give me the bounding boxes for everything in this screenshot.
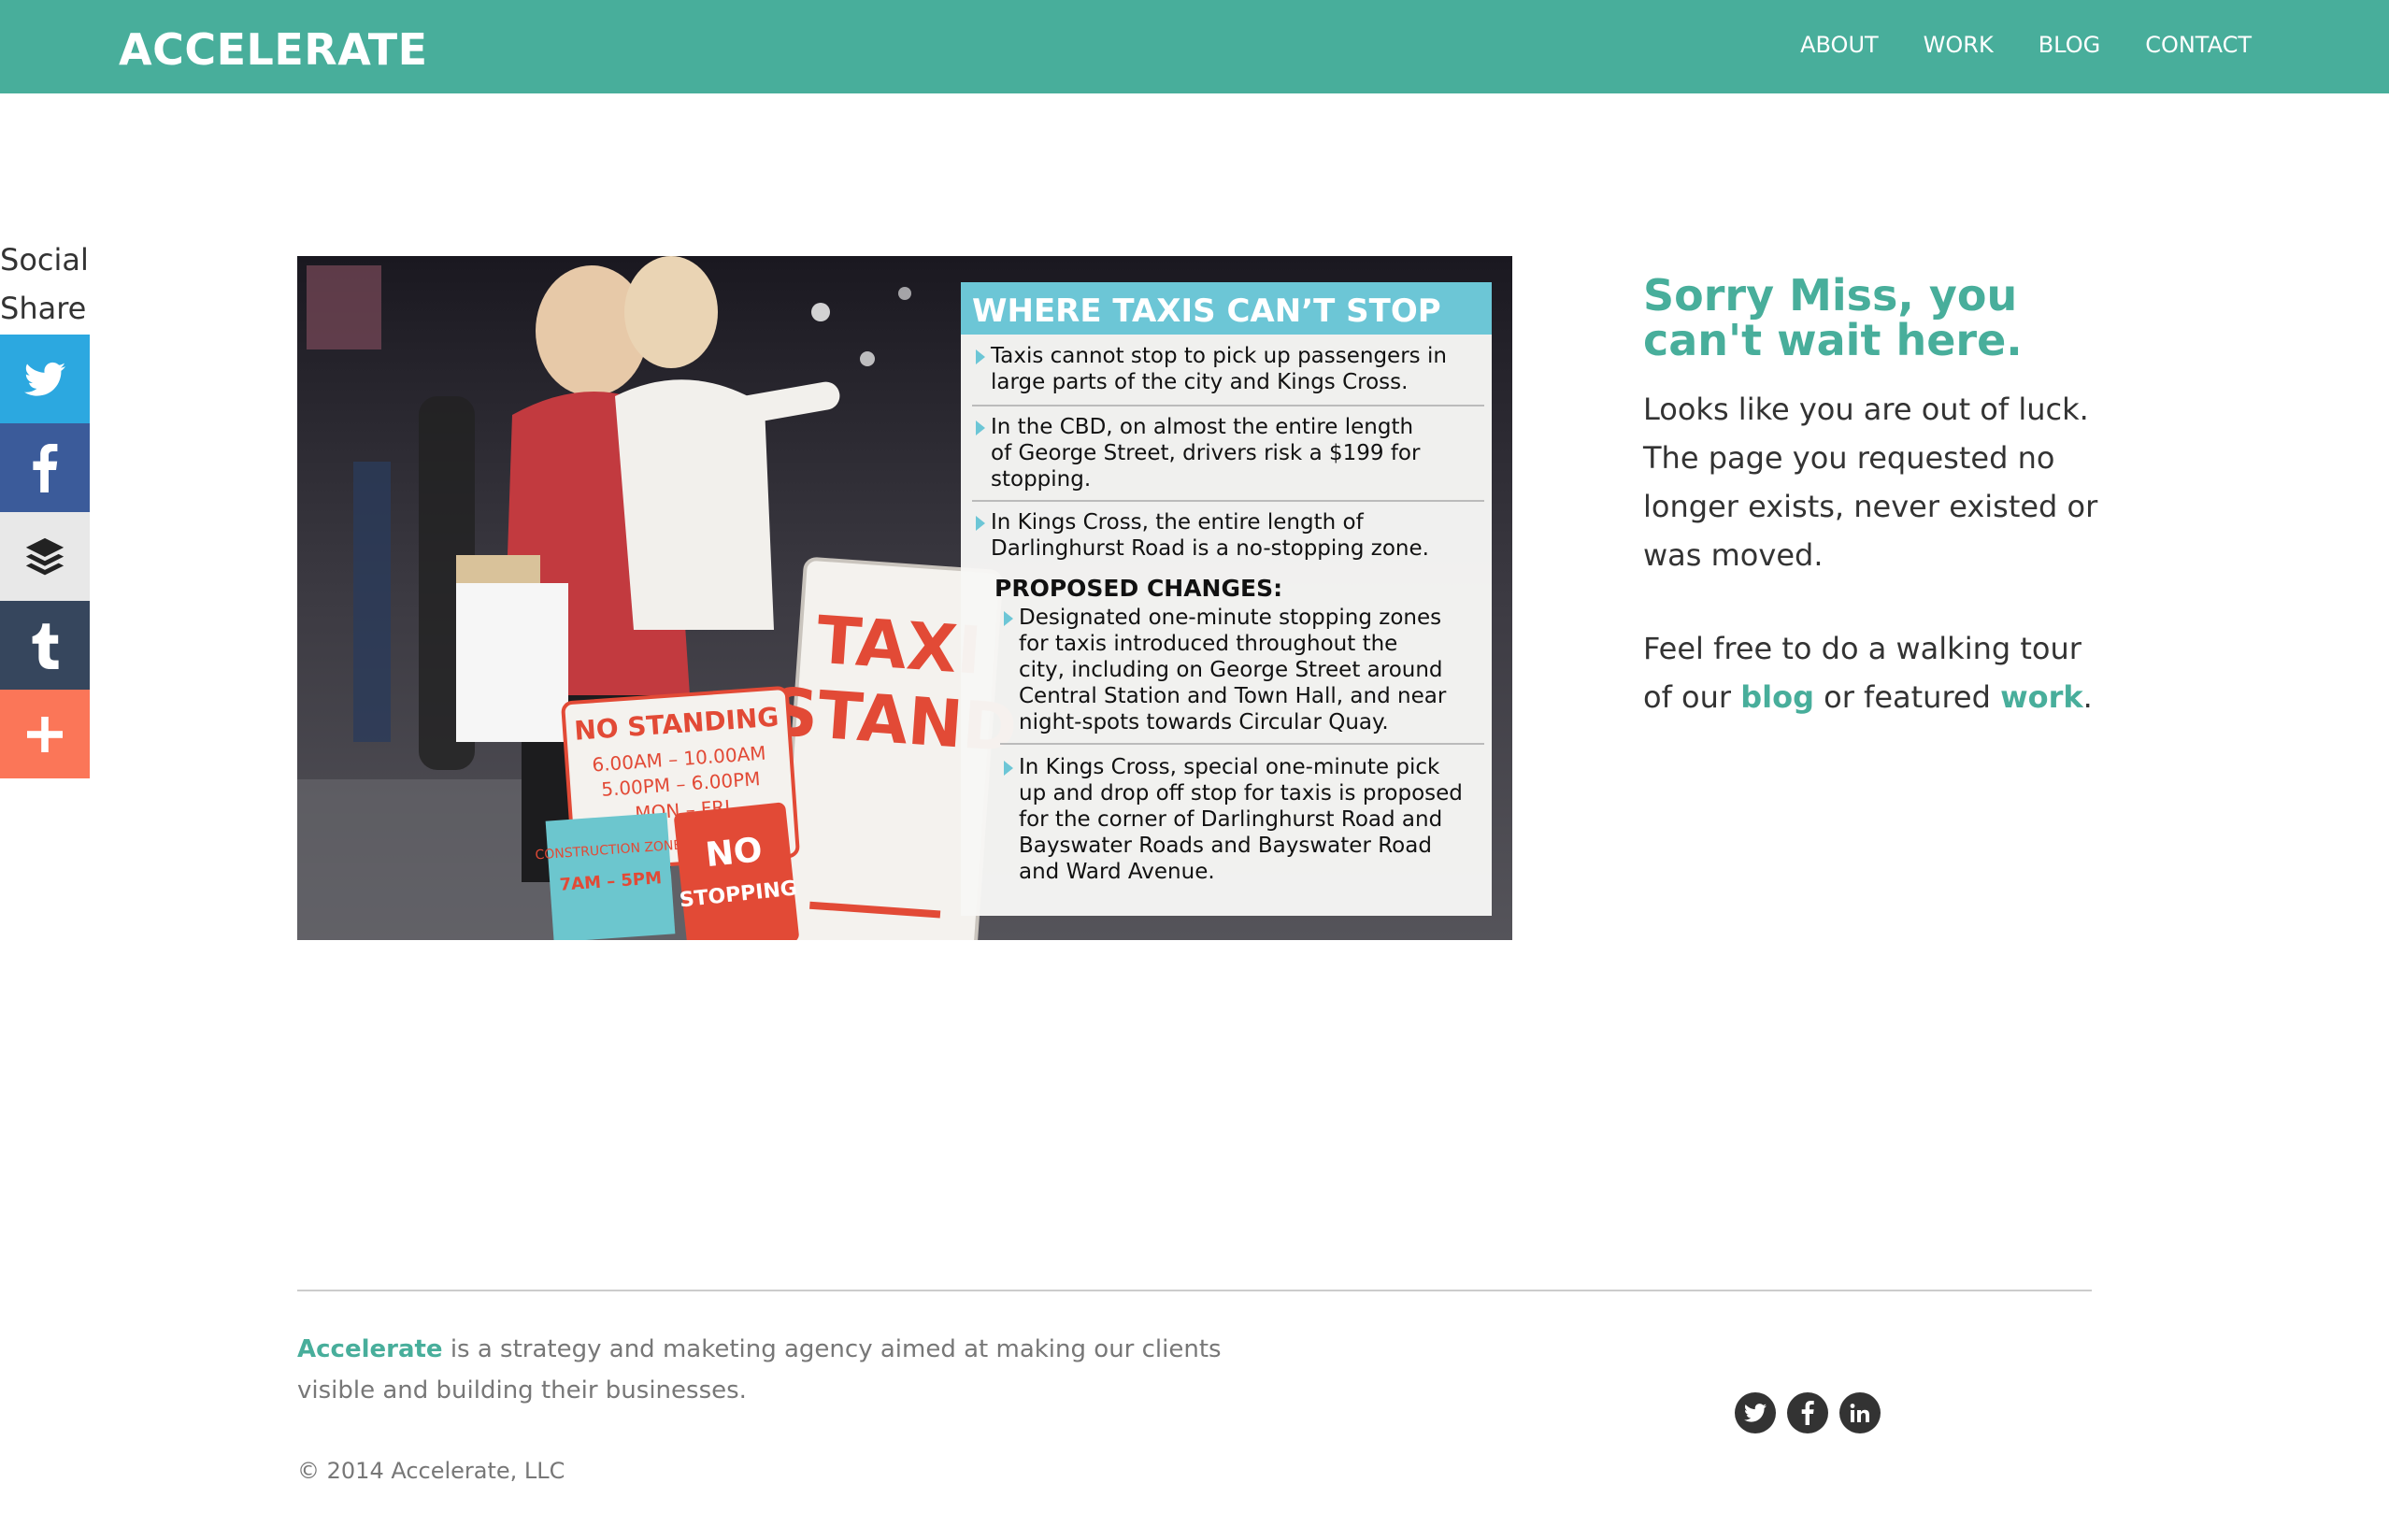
error-title: Sorry Miss, you can't wait here. xyxy=(1643,270,2023,365)
footer-linkedin-link[interactable] xyxy=(1839,1392,1881,1433)
taxi-news-graphic: TAXI STAND NO STANDING 6.00AM – 10.00AM … xyxy=(297,256,1512,940)
footer-divider xyxy=(297,1290,2092,1291)
social-share-title: Social Share xyxy=(0,242,89,326)
nav-about[interactable]: ABOUT xyxy=(1800,32,1879,58)
error-illustration: TAXI STAND NO STANDING 6.00AM – 10.00AM … xyxy=(297,256,1512,940)
footer-facebook-link[interactable] xyxy=(1787,1392,1828,1433)
footer-twitter-link[interactable] xyxy=(1735,1392,1776,1433)
main-nav: ABOUT WORK BLOG CONTACT xyxy=(1800,32,2252,58)
footer-about: Accelerate is a strategy and maketing ag… xyxy=(297,1335,1222,1405)
nav-blog[interactable]: BLOG xyxy=(2039,32,2100,58)
footer-brand[interactable]: Accelerate xyxy=(297,1335,443,1363)
footer-social-links xyxy=(1735,1392,1881,1433)
facebook-icon xyxy=(33,443,58,492)
tumblr-icon xyxy=(32,622,59,669)
buffer-icon xyxy=(25,537,64,575)
share-tumblr-button[interactable] xyxy=(0,601,90,690)
graphic-heading: WHERE TAXIS CAN’T STOP xyxy=(972,292,1441,330)
site-logo[interactable]: ACCELERATE xyxy=(119,24,428,75)
linkedin-icon xyxy=(1850,1404,1869,1422)
graphic-subheading: PROPOSED CHANGES: xyxy=(994,575,1282,602)
sign-taxi-text: TAXI xyxy=(814,602,984,690)
share-buffer-button[interactable] xyxy=(0,512,90,601)
plus-icon xyxy=(27,716,63,752)
facebook-icon xyxy=(1801,1401,1814,1425)
blog-link[interactable]: blog xyxy=(1740,679,1814,715)
nav-contact[interactable]: CONTACT xyxy=(2145,32,2252,58)
copyright: © 2014 Accelerate, LLC xyxy=(297,1458,565,1484)
twitter-icon xyxy=(24,362,65,396)
share-more-button[interactable] xyxy=(0,690,90,778)
share-twitter-button[interactable] xyxy=(0,335,90,423)
error-paragraph: Looks like you are out of luck. The page… xyxy=(1643,392,2098,573)
work-link[interactable]: work xyxy=(2000,679,2083,715)
site-header: ACCELERATE ABOUT WORK BLOG CONTACT xyxy=(0,0,2389,93)
error-message: Looks like you are out of luck. The page… xyxy=(1643,385,2110,766)
suggestion-paragraph: Feel free to do a walking tour of our bl… xyxy=(1643,631,2093,715)
share-facebook-button[interactable] xyxy=(0,423,90,512)
nav-work[interactable]: WORK xyxy=(1924,32,1994,58)
twitter-icon xyxy=(1744,1404,1767,1422)
sign-no-text: NO xyxy=(704,831,765,875)
graphic-change-1: Designated one-minute stopping zones for… xyxy=(1019,606,1453,734)
